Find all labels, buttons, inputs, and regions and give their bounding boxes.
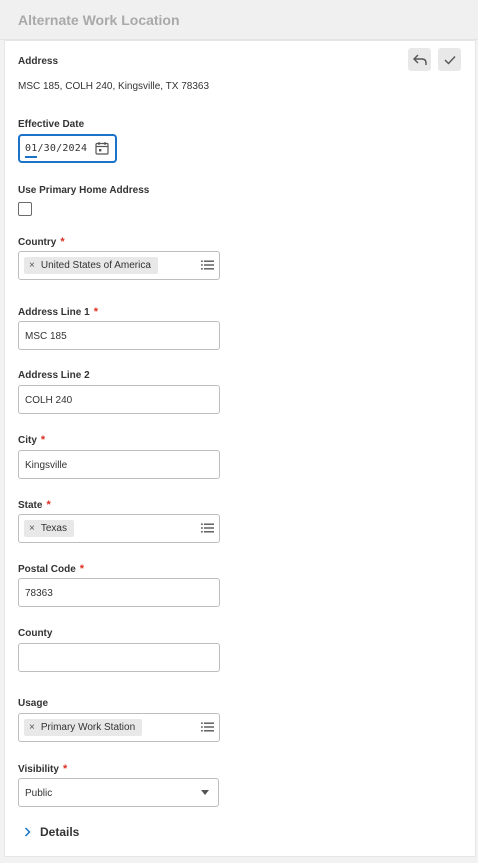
required-marker: * [62,763,68,775]
country-field[interactable]: × United States of America [18,251,220,280]
city-value: Kingsville [25,460,68,471]
use-primary-home-label: Use Primary Home Address [18,185,150,196]
state-label-text: State [18,500,43,511]
visibility-label-text: Visibility [18,764,59,775]
remove-usage-icon[interactable]: × [29,722,35,733]
address-line-2-label: Address Line 2 [18,370,90,381]
page-header: Alternate Work Location [0,0,478,40]
list-prompt-icon[interactable] [201,259,214,271]
address-value: MSC 185, COLH 240, Kingsville, TX 78363 [18,81,210,92]
state-selected: Texas [40,523,67,534]
list-prompt-icon[interactable] [201,721,214,733]
state-label: State * [18,499,51,511]
required-marker: * [79,563,85,575]
usage-field[interactable]: × Primary Work Station [18,713,220,742]
remove-country-icon[interactable]: × [29,260,35,271]
address-line-1-label: Address Line 1 * [18,306,98,318]
address-line-1-input[interactable]: MSC 185 [18,321,220,350]
undo-button[interactable] [408,48,431,71]
details-label: Details [40,825,80,839]
city-input[interactable]: Kingsville [18,450,220,479]
country-label-text: Country [18,237,57,248]
required-marker: * [93,306,98,318]
country-label: Country * [18,236,65,248]
address-line-1-label-text: Address Line 1 [18,307,90,318]
visibility-label: Visibility * [18,763,67,775]
address-line-2-input[interactable]: COLH 240 [18,385,220,414]
country-pill: × United States of America [24,257,158,274]
state-field[interactable]: × Texas [18,514,220,543]
text-cursor [25,156,37,158]
details-toggle[interactable]: Details [24,825,79,839]
city-label-text: City [18,435,37,446]
confirm-button[interactable] [438,48,461,71]
address-line-1-value: MSC 185 [25,331,67,342]
state-pill: × Texas [24,520,74,537]
postal-code-label-text: Postal Code [18,564,76,575]
address-label: Address [18,56,59,67]
address-line-2-value: COLH 240 [25,395,73,406]
postal-code-value: 78363 [25,588,53,599]
usage-pill: × Primary Work Station [24,719,143,736]
list-prompt-icon[interactable] [201,522,214,534]
effective-date-input[interactable]: 01/30/2024 [18,134,117,163]
postal-code-input[interactable]: 78363 [18,578,220,607]
city-label: City * [18,434,45,446]
county-label: County [18,628,53,639]
required-marker: * [60,236,65,248]
county-input[interactable] [18,643,220,672]
visibility-value: Public [25,788,53,799]
effective-date-label: Effective Date [18,119,85,130]
undo-arrow-icon [412,54,427,65]
required-marker: * [46,499,51,511]
chevron-down-icon [201,790,209,795]
usage-label: Usage [18,698,49,709]
effective-date-value: 01/30/2024 [25,143,88,154]
page-title: Alternate Work Location [18,12,180,28]
chevron-right-icon [24,827,31,837]
required-marker: * [40,434,46,446]
calendar-icon[interactable] [95,141,109,155]
remove-state-icon[interactable]: × [29,523,35,534]
check-icon [444,55,456,65]
usage-selected: Primary Work Station [40,722,136,733]
visibility-select[interactable]: Public [18,778,219,807]
country-selected: United States of America [40,260,151,271]
postal-code-label: Postal Code * [18,563,84,575]
use-primary-home-checkbox[interactable] [18,202,32,216]
